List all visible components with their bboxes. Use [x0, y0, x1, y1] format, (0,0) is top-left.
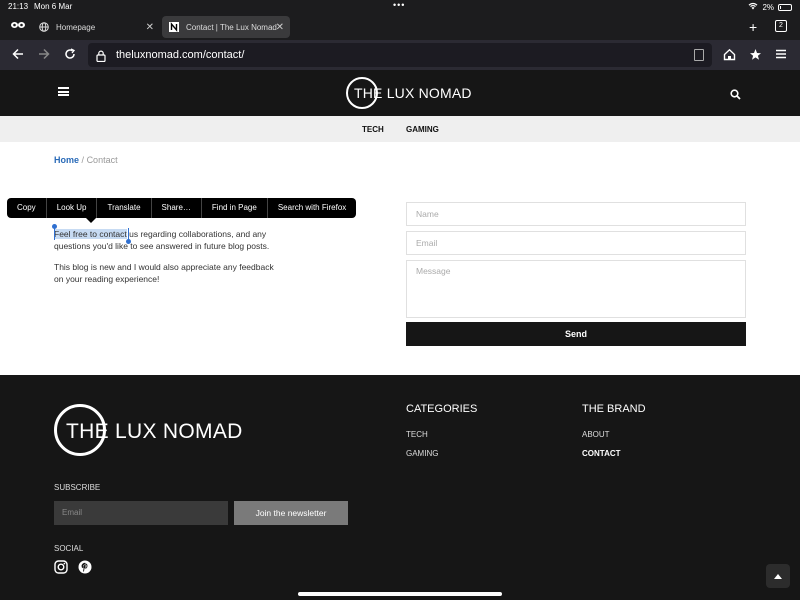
status-right: 2%	[748, 2, 792, 12]
footer-logo-text: THE LUX NOMAD	[66, 420, 243, 443]
back-arrow-icon[interactable]	[12, 48, 24, 63]
text-selection-menu: Copy Look Up Translate Share… Find in Pa…	[7, 198, 357, 218]
wifi-icon	[748, 2, 758, 12]
category-nav: TECH GAMING	[0, 116, 800, 142]
nav-item-tech[interactable]: TECH	[362, 125, 384, 134]
brand-heading: THE BRAND	[582, 403, 646, 415]
battery-percent: 2%	[762, 2, 774, 12]
site-favicon-icon	[168, 21, 180, 33]
close-tab-icon[interactable]: ✕	[276, 22, 284, 33]
tab-count-button[interactable]: 2	[775, 20, 787, 32]
new-tab-plus-icon[interactable]: +	[749, 19, 757, 35]
footer-link-gaming[interactable]: GAMING	[406, 449, 438, 458]
reader-view-icon[interactable]	[694, 49, 704, 61]
tab-contact[interactable]: Contact | The Lux Nomad ✕	[162, 16, 290, 38]
multitasking-dots[interactable]: •••	[393, 0, 405, 10]
site-header: THE LUX NOMAD	[0, 70, 800, 116]
tab-homepage[interactable]: Homepage ✕	[32, 16, 160, 38]
selection-start-line	[54, 228, 55, 240]
name-field[interactable]: Name	[406, 202, 746, 226]
private-browsing-icon[interactable]	[10, 20, 26, 30]
menu-copy[interactable]: Copy	[7, 198, 47, 218]
instagram-icon[interactable]	[54, 560, 68, 579]
battery-icon	[778, 3, 792, 11]
lock-icon	[96, 49, 106, 67]
selected-text: Feel free to contact	[54, 229, 127, 239]
breadcrumb: Home / Contact	[54, 155, 118, 165]
subscribe-label: SUBSCRIBE	[54, 483, 101, 492]
footer-link-contact[interactable]: CONTACT	[582, 449, 621, 458]
close-tab-icon[interactable]: ✕	[146, 22, 154, 33]
selection-end-handle[interactable]	[126, 239, 131, 244]
categories-heading: CATEGORIES	[406, 403, 478, 415]
menu-pointer	[86, 218, 96, 223]
footer-link-about[interactable]: ABOUT	[582, 430, 610, 439]
message-field[interactable]: Message	[406, 260, 746, 318]
email-field[interactable]: Email	[406, 231, 746, 255]
site-footer: THE LUX NOMAD CATEGORIES TECH GAMING THE…	[0, 375, 800, 600]
logo-text: THE LUX NOMAD	[354, 85, 472, 101]
status-bar: 21:13 Mon 6 Mar ••• 2%	[0, 0, 800, 14]
intro-paragraph: Feel free to contact us regarding collab…	[54, 228, 284, 252]
address-bar[interactable]: theluxnomad.com/contact/	[88, 43, 712, 67]
feedback-paragraph: This blog is new and I would also apprec…	[54, 262, 274, 284]
menu-icon[interactable]	[775, 48, 787, 63]
home-indicator[interactable]	[298, 592, 502, 596]
nav-item-gaming[interactable]: GAMING	[406, 125, 439, 134]
breadcrumb-home-link[interactable]: Home	[54, 155, 79, 165]
pinterest-icon[interactable]	[78, 560, 92, 579]
join-newsletter-button[interactable]: Join the newsletter	[234, 501, 348, 525]
send-button[interactable]: Send	[406, 322, 746, 346]
site-logo[interactable]: THE LUX NOMAD	[346, 77, 472, 109]
status-time: 21:13	[8, 2, 29, 11]
social-label: SOCIAL	[54, 544, 84, 553]
forward-arrow-icon[interactable]	[38, 48, 50, 63]
menu-search-firefox[interactable]: Search with Firefox	[268, 198, 356, 218]
tab-label: Contact | The Lux Nomad	[186, 22, 277, 32]
menu-translate[interactable]: Translate	[97, 198, 152, 218]
search-icon[interactable]	[730, 87, 741, 105]
tab-label: Homepage	[56, 22, 96, 32]
home-icon[interactable]	[723, 48, 736, 64]
menu-look-up[interactable]: Look Up	[47, 198, 98, 218]
menu-share[interactable]: Share…	[152, 198, 202, 218]
breadcrumb-current: Contact	[86, 155, 118, 165]
globe-icon	[38, 21, 50, 33]
status-date: Mon 6 Mar	[34, 2, 73, 11]
reload-icon[interactable]	[64, 48, 76, 63]
scroll-to-top-button[interactable]	[766, 564, 790, 588]
breadcrumb-separator: /	[81, 155, 85, 165]
toolbar: theluxnomad.com/contact/	[0, 40, 800, 70]
bookmark-star-icon[interactable]	[749, 48, 762, 64]
footer-link-tech[interactable]: TECH	[406, 430, 428, 439]
url-text: theluxnomad.com/contact/	[116, 49, 245, 61]
newsletter-email-input[interactable]: Email	[54, 501, 228, 525]
menu-find-in-page[interactable]: Find in Page	[202, 198, 268, 218]
hamburger-menu-icon[interactable]	[58, 87, 69, 96]
